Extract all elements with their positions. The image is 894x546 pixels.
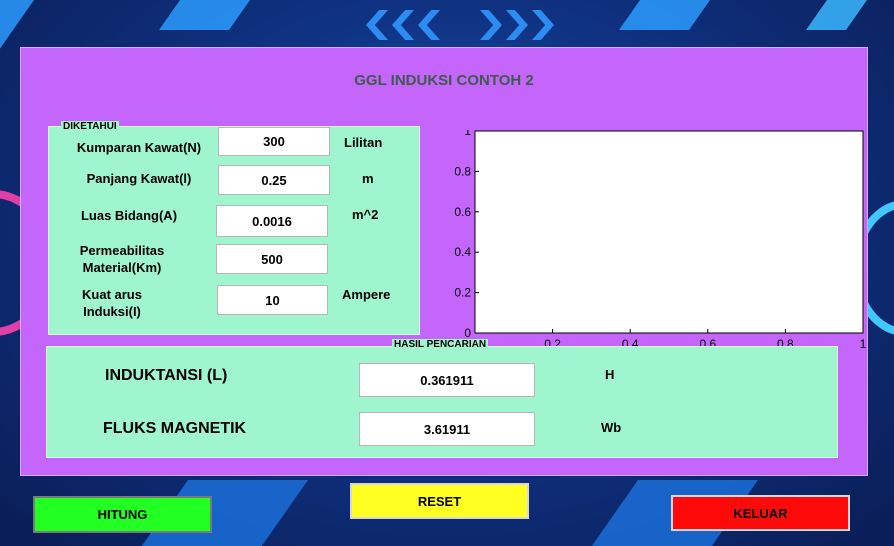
- fluks-label: FLUKS MAGNETIK: [103, 420, 247, 437]
- kumparan-label: Kumparan Kawat(N): [76, 140, 202, 155]
- hitung-button[interactable]: HITUNG: [33, 496, 212, 533]
- fluks-output: 3.61911: [359, 412, 535, 446]
- y-tick-label: 0.6: [454, 205, 471, 219]
- permeabilitas-input[interactable]: 500: [216, 244, 328, 274]
- main-panel: GGL INDUKSI CONTOH 2 DIKETAHUI Kumparan …: [20, 47, 868, 476]
- y-tick-label: 0: [464, 326, 471, 340]
- reset-button[interactable]: RESET: [350, 483, 529, 519]
- luas-unit: m^2: [352, 207, 379, 222]
- y-tick-label: 1: [464, 130, 471, 138]
- fluks-unit: Wb: [601, 420, 622, 435]
- hasil-group: HASIL PENCARIAN INDUKTANSI (L) 0.361911 …: [46, 339, 838, 458]
- panjang-unit: m: [362, 171, 374, 186]
- kuat-arus-label: Kuat arus Induksi(I): [82, 287, 142, 319]
- kumparan-unit: Lilitan: [344, 135, 383, 150]
- kuat-arus-input[interactable]: 10: [217, 285, 328, 315]
- y-tick-label: 0.2: [454, 286, 471, 300]
- kumparan-input[interactable]: 300: [218, 127, 330, 156]
- induktansi-output: 0.361911: [359, 363, 535, 397]
- luas-label: Luas Bidang(A): [80, 208, 178, 223]
- keluar-button[interactable]: KELUAR: [671, 495, 850, 531]
- permeabilitas-label: Permeabilitas Material(Km): [79, 243, 165, 275]
- hasil-group-label: HASIL PENCARIAN: [392, 339, 489, 350]
- plot-area: [474, 130, 864, 334]
- window-title: GGL INDUKSI CONTOH 2: [354, 72, 534, 89]
- diketahui-group-label: DIKETAHUI: [61, 121, 119, 132]
- kuat-arus-unit: Ampere: [342, 287, 391, 302]
- y-tick-label: 0.8: [454, 164, 471, 178]
- panjang-label: Panjang Kawat(l): [86, 171, 192, 186]
- diketahui-group: DIKETAHUI Kumparan Kawat(N) 300 Lilitan …: [48, 121, 420, 335]
- y-tick-label: 0.4: [454, 245, 471, 259]
- luas-input[interactable]: 0.0016: [216, 205, 328, 237]
- panjang-input[interactable]: 0.25: [218, 165, 330, 195]
- x-tick-label: 1: [860, 337, 867, 351]
- induktansi-label: INDUKTANSI (L): [105, 367, 228, 384]
- induktansi-unit: H: [605, 367, 615, 382]
